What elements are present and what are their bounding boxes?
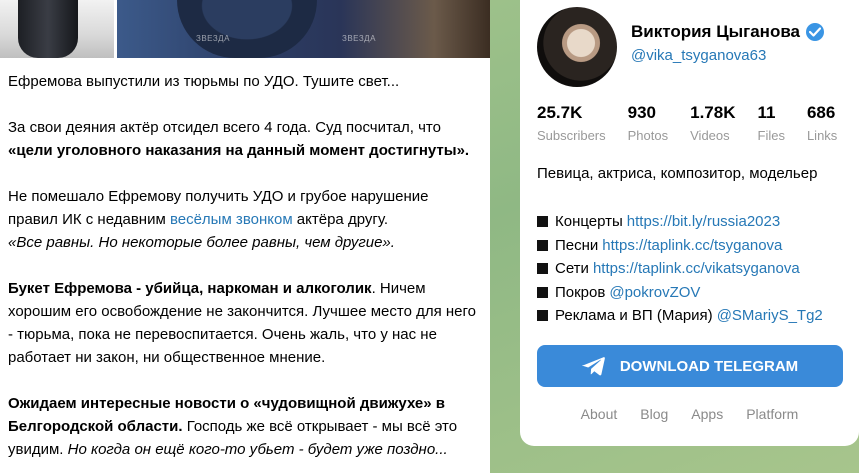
bio-link[interactable]: https://taplink.cc/tsyganova bbox=[602, 234, 782, 258]
post-text-segment: актёра другу. bbox=[292, 211, 389, 228]
channel-post: ЗВЕЗДА ЗВЕЗДА Ефремова выпустили из тюрь… bbox=[0, 0, 490, 473]
verified-badge-icon bbox=[806, 23, 825, 41]
bio-link[interactable]: @pokrovZOV bbox=[609, 281, 700, 305]
stat-links[interactable]: 686 Links bbox=[807, 102, 837, 146]
bio-link-row: Концерты https://bit.ly/russia2023 bbox=[537, 210, 823, 234]
footer-link-platform[interactable]: Platform bbox=[746, 406, 798, 422]
bio-link-label: Концерты bbox=[555, 213, 623, 230]
bio-link[interactable]: https://bit.ly/russia2023 bbox=[627, 210, 780, 234]
channel-avatar[interactable] bbox=[537, 7, 617, 87]
post-paragraph: Ожидаем интересные новости о «чудовищной… bbox=[8, 392, 478, 461]
channel-stats: 25.7K Subscribers 930 Photos 1.78K Videos 11 Fi… bbox=[537, 102, 857, 146]
footer-link-apps[interactable]: Apps bbox=[691, 406, 723, 422]
post-inline-link[interactable]: весёлым звонком bbox=[170, 211, 293, 228]
stat-subscribers[interactable]: 25.7K Subscribers bbox=[537, 102, 606, 146]
stat-value: 930 bbox=[627, 103, 657, 122]
footer-links: About Blog Apps Platform bbox=[520, 406, 859, 422]
post-text-segment: Букет Ефремова - убийца, наркоман и алко… bbox=[8, 280, 372, 297]
photo-watermark: ЗВЕЗДА bbox=[196, 34, 230, 43]
stat-label: Files bbox=[757, 128, 785, 143]
stat-label: Videos bbox=[690, 128, 730, 143]
post-photo-1[interactable] bbox=[0, 0, 114, 58]
bio-link-label: Реклама и ВП (Мария) bbox=[555, 307, 713, 324]
channel-name: Виктория Цыганова bbox=[631, 22, 801, 41]
channel-info-card: Виктория Цыганова @vika_tsyganova63 25.7… bbox=[520, 0, 859, 446]
photo-figure bbox=[18, 0, 78, 58]
bio-link-row: Покров @pokrovZOV bbox=[537, 281, 823, 305]
stat-label: Subscribers bbox=[537, 128, 606, 143]
post-text-segment: За свои деяния актёр отсидел всего 4 год… bbox=[8, 119, 441, 136]
channel-links: Концерты https://bit.ly/russia2023 Песни ht… bbox=[537, 210, 823, 328]
post-text-segment: Но когда он ещё кого-то убьет - будет уж… bbox=[67, 441, 448, 458]
stat-label: Links bbox=[806, 128, 838, 143]
black-square-icon bbox=[537, 263, 548, 275]
bio-link-row: Сети https://taplink.cc/vikatsyganova bbox=[537, 257, 823, 281]
bio-link-label: Песни bbox=[555, 236, 599, 254]
black-square-icon bbox=[537, 310, 548, 322]
footer-link-blog[interactable]: Blog bbox=[640, 406, 668, 422]
download-telegram-label: DOWNLOAD TELEGRAM bbox=[619, 357, 799, 375]
post-text: Ефремова выпустили из тюрьмы по УДО. Туш… bbox=[8, 70, 478, 473]
post-paragraph: Букет Ефремова - убийца, наркоман и алко… bbox=[8, 277, 478, 369]
stat-label: Photos bbox=[627, 128, 669, 143]
stat-value: 686 bbox=[806, 103, 836, 122]
stat-videos[interactable]: 1.78K Videos bbox=[690, 102, 735, 146]
stat-value: 1.78K bbox=[690, 103, 736, 122]
bio-link-label: Покров bbox=[555, 283, 606, 301]
stat-value: 11 bbox=[757, 103, 776, 122]
download-telegram-button[interactable]: DOWNLOAD TELEGRAM bbox=[537, 345, 843, 387]
bio-link[interactable]: https://taplink.cc/vikatsyganova bbox=[593, 257, 800, 281]
black-square-icon bbox=[537, 239, 548, 251]
bio-link-label: Сети bbox=[555, 260, 589, 277]
post-paragraph: За свои деяния актёр отсидел всего 4 год… bbox=[8, 116, 478, 162]
post-media[interactable]: ЗВЕЗДА ЗВЕЗДА bbox=[0, 0, 490, 58]
photo-watermark: ЗВЕЗДА bbox=[342, 34, 376, 43]
channel-username-link[interactable]: @vika_tsyganova63 bbox=[631, 47, 766, 64]
post-text-segment: «Все равны. Но некоторые более равны, че… bbox=[8, 234, 395, 251]
black-square-icon bbox=[537, 216, 548, 228]
bio-link[interactable]: @SMariyS_Tg2 bbox=[717, 304, 823, 328]
telegram-plane-icon bbox=[582, 357, 605, 376]
photo-person bbox=[177, 0, 317, 58]
post-paragraph: Ефремова выпустили из тюрьмы по УДО. Туш… bbox=[8, 70, 478, 93]
bio-link-row: Реклама и ВП (Мария) @SMariyS_Tg2 bbox=[537, 304, 823, 328]
black-square-icon bbox=[537, 286, 548, 298]
stat-value: 25.7K bbox=[537, 103, 583, 122]
channel-bio: Певица, актриса, композитор, модельер bbox=[537, 165, 818, 182]
channel-name-row: Виктория Цыганова bbox=[631, 22, 825, 42]
bio-link-row: Песни https://taplink.cc/tsyganova bbox=[537, 234, 823, 258]
footer-link-about[interactable]: About bbox=[581, 406, 618, 422]
post-text-segment: «цели уголовного наказания на данный мом… bbox=[8, 142, 470, 159]
post-photo-2[interactable] bbox=[117, 0, 490, 58]
stat-files[interactable]: 11 Files bbox=[758, 102, 785, 146]
stat-photos[interactable]: 930 Photos bbox=[628, 102, 668, 146]
post-text-segment: Ефремова выпустили из тюрьмы по УДО. Туш… bbox=[8, 73, 400, 90]
post-paragraph: Не помешало Ефремову получить УДО и груб… bbox=[8, 185, 478, 254]
